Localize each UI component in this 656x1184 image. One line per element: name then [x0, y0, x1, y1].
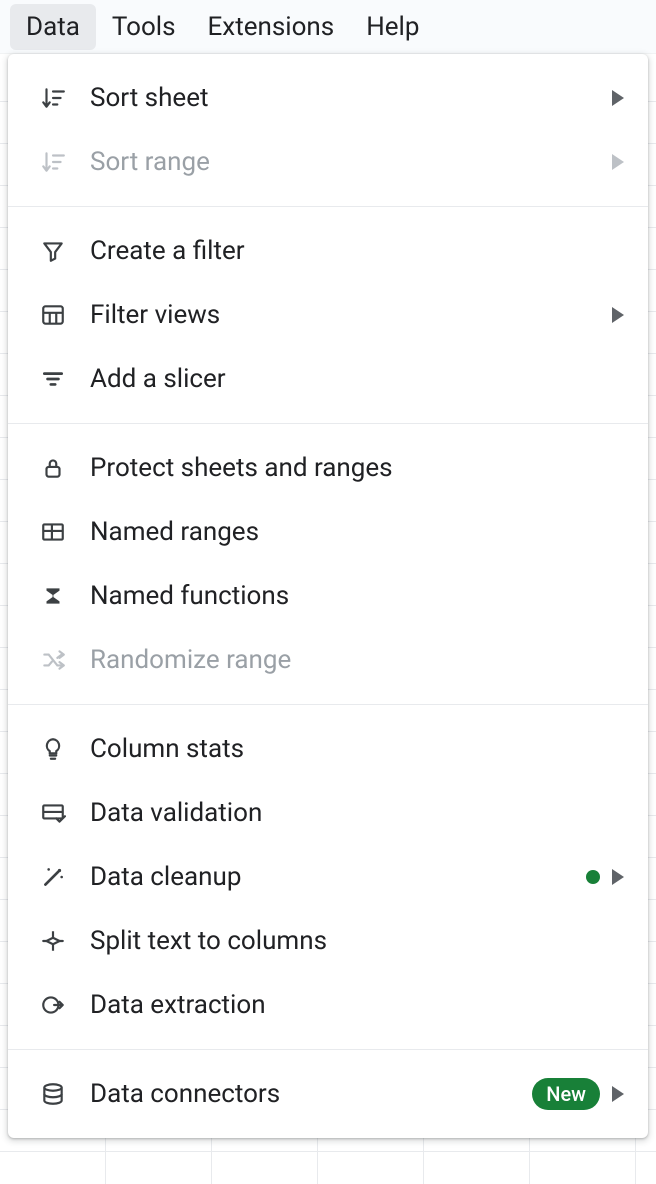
menu-item-add-slicer[interactable]: Add a slicer: [8, 347, 648, 411]
submenu-arrow-icon: [612, 869, 624, 885]
menu-item-trail: [612, 307, 624, 323]
menu-item-sort-range: Sort range: [8, 130, 648, 194]
indicator-dot: [586, 870, 600, 884]
menu-item-label: Column stats: [90, 734, 624, 764]
shuffle-icon: [38, 645, 68, 675]
submenu-arrow-icon: [612, 90, 624, 106]
menu-item-randomize: Randomize range: [8, 628, 648, 692]
menu-item-sort-sheet[interactable]: Sort sheet: [8, 66, 648, 130]
data-menu-dropdown: Sort sheet Sort range Create a filter Filte…: [8, 54, 648, 1138]
lock-icon: [38, 453, 68, 483]
menu-item-label: Sort range: [90, 147, 612, 177]
menu-item-label: Protect sheets and ranges: [90, 453, 624, 483]
menu-item-label: Data extraction: [90, 990, 624, 1020]
menubar-item-extensions[interactable]: Extensions: [192, 4, 351, 50]
sort-range-icon: [38, 147, 68, 177]
menu-item-data-validation[interactable]: Data validation: [8, 781, 648, 845]
menu-item-data-cleanup[interactable]: Data cleanup: [8, 845, 648, 909]
sort-sheet-icon: [38, 83, 68, 113]
bulb-icon: [38, 734, 68, 764]
menu-item-label: Split text to columns: [90, 926, 624, 956]
menu-item-create-filter[interactable]: Create a filter: [8, 219, 648, 283]
menubar-item-help[interactable]: Help: [350, 4, 435, 50]
submenu-arrow-icon: [612, 1086, 624, 1102]
menu-item-column-stats[interactable]: Column stats: [8, 717, 648, 781]
menu-item-label: Filter views: [90, 300, 612, 330]
slicer-icon: [38, 364, 68, 394]
menu-separator: [8, 206, 648, 207]
named-ranges-icon: [38, 517, 68, 547]
menu-item-split-text[interactable]: Split text to columns: [8, 909, 648, 973]
menu-item-trail: [612, 90, 624, 106]
menu-item-filter-views[interactable]: Filter views: [8, 283, 648, 347]
new-badge: New: [532, 1078, 600, 1110]
menu-item-label: Randomize range: [90, 645, 624, 675]
menu-item-label: Sort sheet: [90, 83, 612, 113]
menubar-item-tools[interactable]: Tools: [96, 4, 192, 50]
menu-item-trail: New: [532, 1078, 624, 1110]
menu-item-data-connectors[interactable]: Data connectorsNew: [8, 1062, 648, 1126]
validation-icon: [38, 798, 68, 828]
submenu-arrow-icon: [612, 307, 624, 323]
menu-item-label: Data connectors: [90, 1079, 532, 1109]
menu-item-label: Named ranges: [90, 517, 624, 547]
submenu-arrow-icon: [612, 154, 624, 170]
filter-icon: [38, 236, 68, 266]
menu-item-data-extraction[interactable]: Data extraction: [8, 973, 648, 1037]
menu-item-label: Create a filter: [90, 236, 624, 266]
menu-separator: [8, 1049, 648, 1050]
wand-icon: [38, 862, 68, 892]
menubar-item-data[interactable]: Data: [10, 4, 96, 50]
menu-item-named-functions[interactable]: Named functions: [8, 564, 648, 628]
menu-separator: [8, 423, 648, 424]
database-icon: [38, 1079, 68, 1109]
menu-item-named-ranges[interactable]: Named ranges: [8, 500, 648, 564]
filter-views-icon: [38, 300, 68, 330]
menu-item-protect[interactable]: Protect sheets and ranges: [8, 436, 648, 500]
menu-item-label: Data cleanup: [90, 862, 586, 892]
sigma-icon: [38, 581, 68, 611]
extraction-icon: [38, 990, 68, 1020]
menu-separator: [8, 704, 648, 705]
menubar: Data Tools Extensions Help: [0, 0, 656, 54]
menu-item-trail: [612, 154, 624, 170]
menu-item-label: Data validation: [90, 798, 624, 828]
split-icon: [38, 926, 68, 956]
menu-item-label: Named functions: [90, 581, 624, 611]
menu-item-label: Add a slicer: [90, 364, 624, 394]
menu-item-trail: [586, 869, 624, 885]
